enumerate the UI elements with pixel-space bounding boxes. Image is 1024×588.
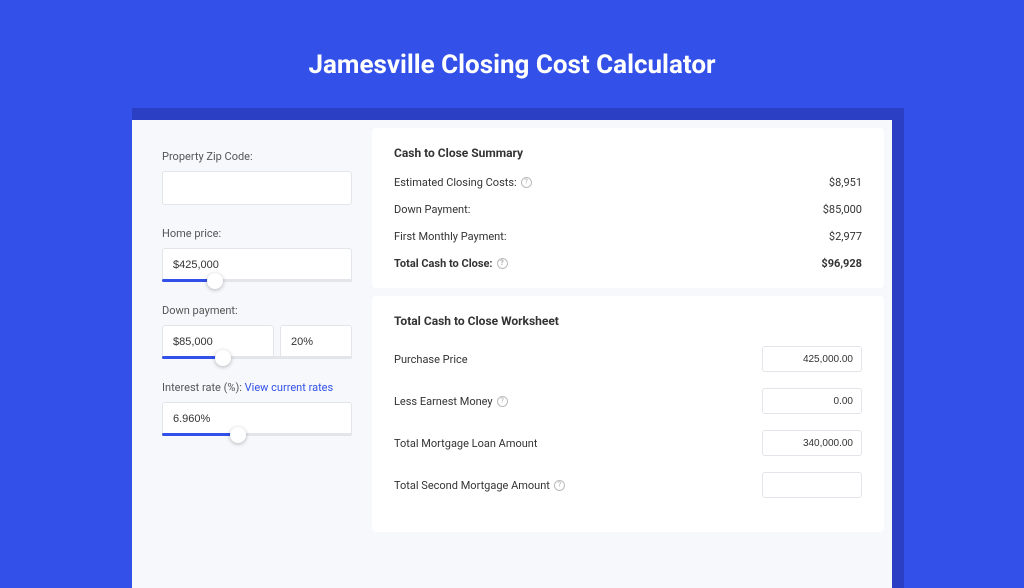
summary-row-down-payment: Down Payment: $85,000 bbox=[394, 203, 862, 216]
summary-total-label: Total Cash to Close: bbox=[394, 257, 493, 270]
worksheet-row-earnest-money: Less Earnest Money ? bbox=[394, 388, 862, 414]
price-slider[interactable] bbox=[162, 279, 352, 282]
panel-shadow: Property Zip Code: Home price: Down paym… bbox=[132, 108, 892, 588]
price-input[interactable] bbox=[162, 248, 352, 282]
zip-field-group: Property Zip Code: bbox=[162, 150, 352, 205]
summary-row-closing-costs: Estimated Closing Costs: ? $8,951 bbox=[394, 176, 862, 189]
help-icon[interactable]: ? bbox=[497, 396, 508, 407]
summary-value: $8,951 bbox=[829, 176, 862, 189]
rate-label-text: Interest rate (%): bbox=[162, 381, 245, 394]
summary-box: Cash to Close Summary Estimated Closing … bbox=[372, 128, 884, 288]
worksheet-input-mortgage-amount[interactable] bbox=[762, 430, 862, 456]
worksheet-row-mortgage-amount: Total Mortgage Loan Amount bbox=[394, 430, 862, 456]
help-icon[interactable]: ? bbox=[497, 258, 508, 269]
down-percent-input[interactable] bbox=[280, 325, 352, 359]
down-slider-thumb[interactable] bbox=[215, 350, 231, 366]
worksheet-row-purchase-price: Purchase Price bbox=[394, 346, 862, 372]
summary-total-value: $96,928 bbox=[821, 257, 862, 270]
inputs-column: Property Zip Code: Home price: Down paym… bbox=[132, 120, 372, 588]
summary-title: Cash to Close Summary bbox=[394, 146, 862, 160]
worksheet-row-second-mortgage: Total Second Mortgage Amount ? bbox=[394, 472, 862, 498]
rate-slider-fill bbox=[162, 433, 238, 436]
down-slider-fill bbox=[162, 356, 223, 359]
worksheet-label-text: Purchase Price bbox=[394, 353, 468, 366]
summary-row-monthly-payment: First Monthly Payment: $2,977 bbox=[394, 230, 862, 243]
summary-label-text: Down Payment: bbox=[394, 203, 470, 216]
summary-label-text: Estimated Closing Costs: bbox=[394, 176, 517, 189]
rate-input[interactable] bbox=[162, 402, 352, 436]
results-column: Cash to Close Summary Estimated Closing … bbox=[372, 120, 892, 588]
down-slider[interactable] bbox=[162, 356, 352, 359]
summary-value: $85,000 bbox=[823, 203, 862, 216]
rate-field-group: Interest rate (%): View current rates bbox=[162, 381, 352, 436]
rate-slider[interactable] bbox=[162, 433, 352, 436]
zip-label: Property Zip Code: bbox=[162, 150, 352, 163]
price-label: Home price: bbox=[162, 227, 352, 240]
worksheet-input-purchase-price[interactable] bbox=[762, 346, 862, 372]
price-slider-thumb[interactable] bbox=[207, 273, 223, 289]
summary-label-text: First Monthly Payment: bbox=[394, 230, 507, 243]
worksheet-label-text: Total Second Mortgage Amount bbox=[394, 479, 550, 492]
worksheet-label-text: Less Earnest Money bbox=[394, 395, 493, 408]
rate-slider-thumb[interactable] bbox=[230, 427, 246, 443]
down-field-group: Down payment: bbox=[162, 304, 352, 359]
down-label: Down payment: bbox=[162, 304, 352, 317]
worksheet-input-second-mortgage[interactable] bbox=[762, 472, 862, 498]
view-rates-link[interactable]: View current rates bbox=[245, 381, 334, 394]
help-icon[interactable]: ? bbox=[554, 480, 565, 491]
worksheet-title: Total Cash to Close Worksheet bbox=[394, 314, 862, 328]
summary-row-total: Total Cash to Close: ? $96,928 bbox=[394, 257, 862, 270]
page-title: Jamesville Closing Cost Calculator bbox=[0, 0, 1024, 108]
zip-input[interactable] bbox=[162, 171, 352, 205]
summary-value: $2,977 bbox=[829, 230, 862, 243]
rate-label: Interest rate (%): View current rates bbox=[162, 381, 352, 394]
price-field-group: Home price: bbox=[162, 227, 352, 282]
worksheet-input-earnest-money[interactable] bbox=[762, 388, 862, 414]
calculator-card: Property Zip Code: Home price: Down paym… bbox=[132, 120, 892, 588]
worksheet-label-text: Total Mortgage Loan Amount bbox=[394, 437, 537, 450]
help-icon[interactable]: ? bbox=[521, 177, 532, 188]
worksheet-box: Total Cash to Close Worksheet Purchase P… bbox=[372, 296, 884, 532]
